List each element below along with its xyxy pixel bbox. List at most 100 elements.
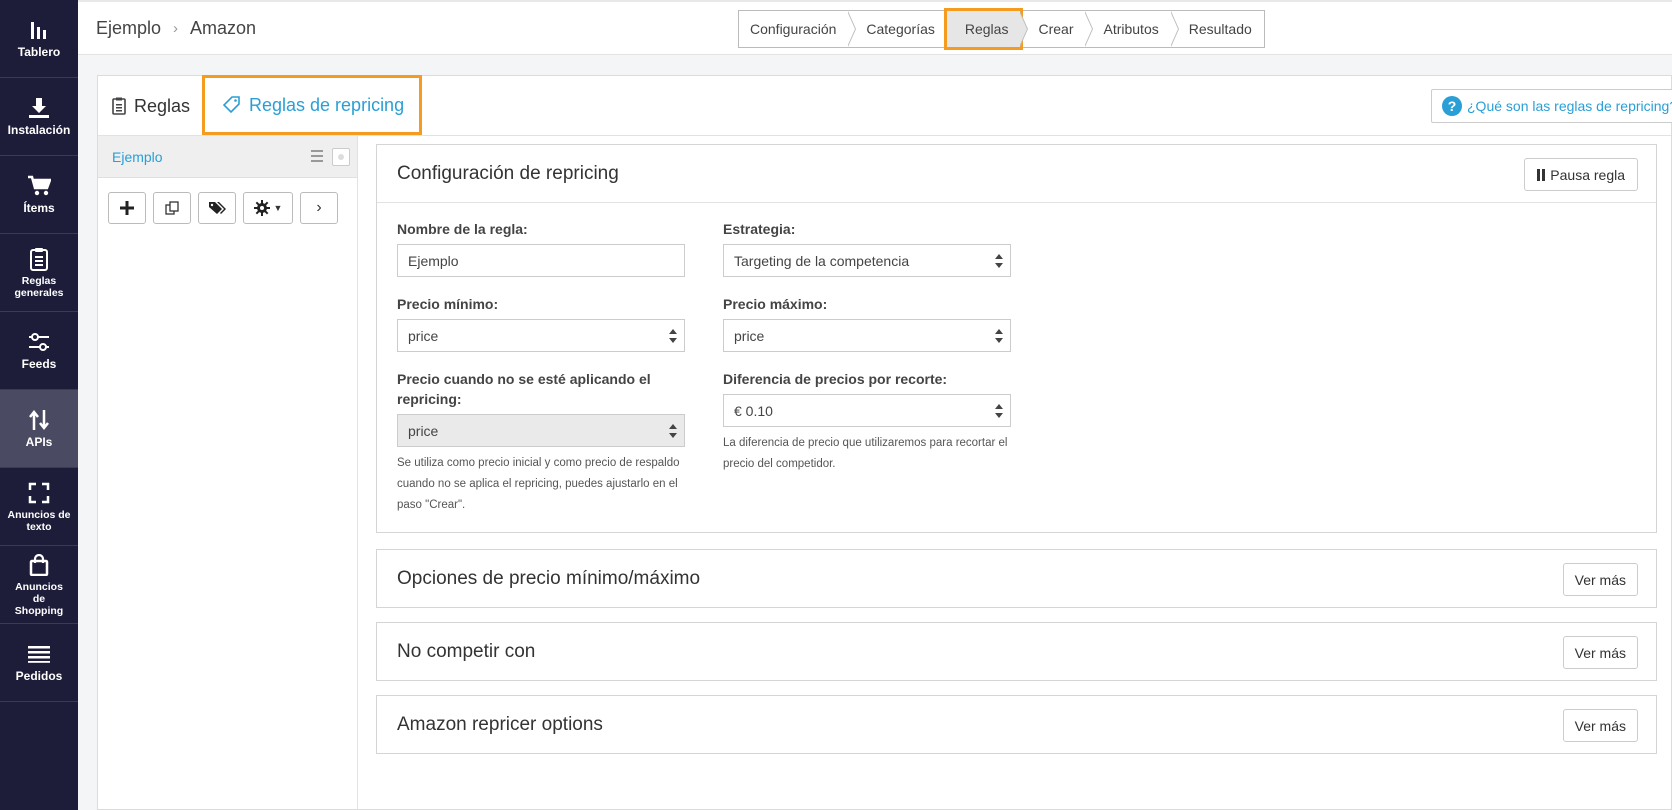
field-label: Precio máximo: xyxy=(723,296,828,312)
chevron-right-icon: › xyxy=(316,199,322,216)
sidebar-item-pedidos[interactable]: Pedidos xyxy=(0,624,78,702)
panel-title: Opciones de precio mínimo/máximo xyxy=(397,568,701,589)
sidebar-item-anuncios-texto[interactable]: Anuncios de texto xyxy=(0,468,78,546)
breadcrumb-item: Amazon xyxy=(190,18,257,38)
panel-title: Amazon repricer options xyxy=(397,714,603,735)
config-panel-header: Configuración de repricing Pausa regla xyxy=(377,145,1656,203)
select-value: price xyxy=(408,422,439,439)
sidebar-item-label: Pedidos xyxy=(15,669,63,683)
undercut-select[interactable]: € 0.10 xyxy=(723,394,1011,427)
field-label: Precio cuando no se esté aplicando el re… xyxy=(397,371,651,407)
rules-toolbar: ▼ › xyxy=(108,192,338,224)
chevron-right-icon: › xyxy=(173,20,179,37)
fallback-price-select: price xyxy=(397,414,685,447)
tags-button[interactable] xyxy=(198,192,236,224)
pause-icon xyxy=(1537,168,1546,181)
step-configuracion[interactable]: Configuración xyxy=(739,11,857,47)
tab-reglas-repricing[interactable]: Reglas de repricing xyxy=(202,75,422,135)
sidebar-item-label: Anuncios de Shopping xyxy=(14,580,64,617)
select-arrows-icon xyxy=(995,329,1003,343)
select-value: price xyxy=(408,327,439,344)
sidebar-item-anuncios-shopping[interactable]: Anuncios de Shopping xyxy=(0,546,78,624)
pause-button-label: Pausa regla xyxy=(1550,166,1625,183)
add-rule-button[interactable] xyxy=(108,192,146,224)
main-card: Reglas Reglas de repricing ? ¿Qué son la… xyxy=(97,75,1672,810)
min-price-select[interactable]: price xyxy=(397,319,685,352)
rules-panel: Ejemplo ▼ › xyxy=(98,136,358,810)
step-categorias[interactable]: Categorías xyxy=(848,11,956,47)
up-down-arrows-icon xyxy=(27,408,51,432)
select-arrows-icon xyxy=(995,404,1003,418)
sidebar-item-feeds[interactable]: Feeds xyxy=(0,312,78,390)
list-item[interactable]: Ejemplo xyxy=(98,136,357,178)
sidebar-item-tablero[interactable]: Tablero xyxy=(0,0,78,78)
gear-icon xyxy=(253,200,270,216)
tab-label: Reglas de repricing xyxy=(249,94,405,115)
select-value: € 0.10 xyxy=(734,402,773,419)
copy-icon xyxy=(165,201,179,215)
select-value: Targeting de la competencia xyxy=(734,252,910,269)
breadcrumb: Ejemplo › Amazon xyxy=(96,18,256,39)
rule-name[interactable]: Ejemplo xyxy=(112,149,163,165)
ver-mas-button[interactable]: Ver más xyxy=(1562,563,1638,596)
sidebar-item-label: Instalación xyxy=(7,123,71,137)
sliders-icon xyxy=(27,330,51,354)
ver-mas-button[interactable]: Ver más xyxy=(1562,636,1638,669)
help-button-label: ¿Qué son las reglas de repricing? xyxy=(1467,98,1672,114)
sidebar-item-items[interactable]: Ítems xyxy=(0,156,78,234)
shopping-bag-icon xyxy=(27,553,51,577)
field-label: Precio mínimo: xyxy=(397,296,499,312)
config-panel: Configuración de repricing Pausa regla N… xyxy=(376,144,1657,533)
input-value: Ejemplo xyxy=(408,252,459,269)
copy-rule-button[interactable] xyxy=(153,192,191,224)
max-price-select[interactable]: price xyxy=(723,319,1011,352)
field-label: Nombre de la regla: xyxy=(397,221,528,237)
settings-dropdown-button[interactable]: ▼ xyxy=(243,192,293,224)
bar-chart-icon xyxy=(27,18,51,42)
strategy-select[interactable]: Targeting de la competencia xyxy=(723,244,1011,277)
tab-label: Reglas xyxy=(134,95,191,116)
download-icon xyxy=(27,96,51,120)
sidebar-item-label: Feeds xyxy=(21,357,57,371)
sidebar-item-label: Anuncios de texto xyxy=(7,508,71,533)
select-arrows-icon xyxy=(669,329,677,343)
undercut-help: La diferencia de precio que utilizaremos… xyxy=(723,437,1008,470)
step-reglas[interactable]: Reglas xyxy=(943,8,1029,50)
next-button[interactable]: › xyxy=(300,192,338,224)
field-label: Diferencia de precios por recorte: xyxy=(723,371,948,387)
clipboard-icon xyxy=(112,97,126,115)
tag-icon xyxy=(223,96,241,114)
rule-name-input[interactable]: Ejemplo xyxy=(397,244,685,277)
step-atributos[interactable]: Atributos xyxy=(1085,11,1180,47)
wizard-steps: Configuración Categorías Reglas Crear At… xyxy=(738,8,1265,50)
help-repricing-button[interactable]: ? ¿Qué son las reglas de repricing? xyxy=(1431,89,1672,123)
plus-icon xyxy=(120,201,134,215)
sidebar-item-reglas-generales[interactable]: Reglas generales xyxy=(0,234,78,312)
panel-header: Opciones de precio mínimo/máximo Ver más xyxy=(377,550,1656,608)
panel-title: No competir con xyxy=(397,641,536,662)
breadcrumb-item[interactable]: Ejemplo xyxy=(96,18,161,39)
undercut-field: Diferencia de precios por recorte: € 0.1… xyxy=(723,369,1023,475)
caret-down-icon: ▼ xyxy=(273,203,283,213)
step-crear[interactable]: Crear xyxy=(1020,11,1094,47)
cart-icon xyxy=(27,174,51,198)
sidebar-item-label: APIs xyxy=(25,435,53,449)
sidebar-item-apis[interactable]: APIs xyxy=(0,390,78,468)
drag-handle-icon[interactable] xyxy=(311,150,323,162)
step-resultado[interactable]: Resultado xyxy=(1170,11,1264,47)
fallback-price-help: Se utiliza como precio inicial y como pr… xyxy=(397,457,680,511)
amazon-repricer-options-panel: Amazon repricer options Ver más xyxy=(376,695,1657,754)
select-arrows-icon xyxy=(669,424,677,438)
tags-icon xyxy=(209,202,226,214)
sidebar-item-label: Reglas generales xyxy=(14,274,64,299)
list-icon xyxy=(27,642,51,666)
sidebar: Tablero Instalación Ítems Reglas general… xyxy=(0,0,78,810)
no-compete-panel: No competir con Ver más xyxy=(376,622,1657,681)
rule-toggle-checkbox[interactable] xyxy=(332,148,350,166)
tab-reglas[interactable]: Reglas xyxy=(112,76,190,136)
sidebar-item-instalacion[interactable]: Instalación xyxy=(0,78,78,156)
sidebar-item-label: Ítems xyxy=(23,201,55,215)
ver-mas-button[interactable]: Ver más xyxy=(1562,709,1638,742)
panel-header: No competir con Ver más xyxy=(377,623,1656,681)
pause-rule-button[interactable]: Pausa regla xyxy=(1524,158,1638,191)
